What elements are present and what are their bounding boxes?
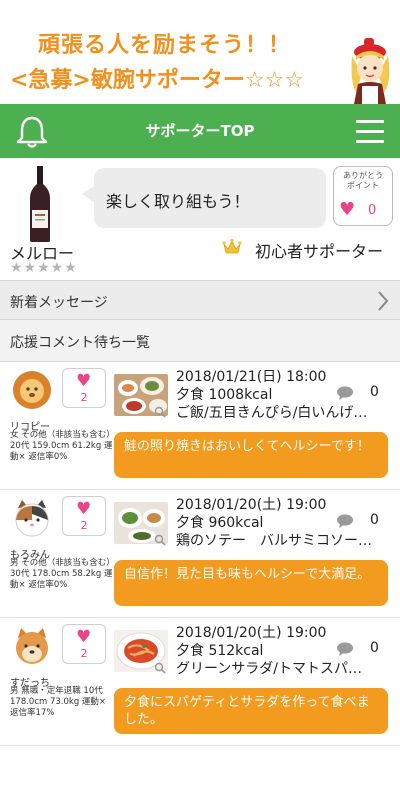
banner-headline: 頑張る人を励まそう！！ bbox=[38, 33, 292, 58]
magnify-icon bbox=[154, 406, 166, 418]
meal-calories: 夕食 512kcal bbox=[176, 643, 264, 659]
like-count: 2 bbox=[80, 391, 88, 404]
comment-count: 0 bbox=[370, 512, 379, 528]
poster-info: 女 その他（非該当も含む）20代 159.0cm 61.2kg 運動× 返信率0… bbox=[10, 430, 113, 462]
magnify-icon bbox=[154, 534, 166, 546]
post-datetime: 2018/01/20(土) 19:00 bbox=[176, 625, 327, 641]
promo-banner[interactable]: 頑張る人を励まそう！！ <急募>敏腕サポーター☆☆☆ bbox=[0, 0, 400, 104]
post-comment-text: 夕食にスパゲティとサラダを作って食べました。 bbox=[124, 695, 370, 727]
poster-info: 男 無職・定年退職 10代 178.0cm 73.0kg 運動× 返信率17% bbox=[10, 686, 107, 718]
page-title: サポーターTOP bbox=[145, 122, 255, 140]
comment-count: 0 bbox=[370, 384, 379, 400]
new-messages-label: 新着メッセージ bbox=[10, 295, 108, 311]
meal-menu: グリーンサラダ/トマトスパ… bbox=[176, 661, 363, 677]
thanks-points-label: ありがとう ポイント bbox=[343, 171, 383, 190]
post-list: ♥ 2 リコピー 女 その他（非該当も含む）20代 159.0cm 61.2kg… bbox=[0, 362, 400, 800]
post-comment-text: 自信作！見た目も味もヘルシーで大満足。 bbox=[124, 567, 371, 582]
post-comment-text: 鮭の照り焼きはおいしくてヘルシーです！ bbox=[124, 439, 370, 454]
post-datetime: 2018/01/21(日) 18:00 bbox=[176, 369, 327, 385]
section-title: 応援コメント待ち一覧 bbox=[10, 335, 150, 351]
heart-icon: ♥ bbox=[339, 199, 356, 220]
list-item[interactable]: ♥ 2 もろみん 男 その他（非該当も含む）30代 178.0cm 58.2kg… bbox=[0, 490, 400, 618]
comment-icon bbox=[337, 386, 353, 400]
new-messages-row[interactable]: 新着メッセージ bbox=[0, 280, 400, 320]
meal-calories: 夕食 960kcal bbox=[176, 515, 264, 531]
thanks-points-count: 0 bbox=[368, 203, 377, 218]
like-button[interactable]: ♥ 2 bbox=[62, 368, 106, 408]
meal-calories: 夕食 1008kcal bbox=[176, 387, 273, 403]
post-comment-bubble: 自信作！見た目も味もヘルシーで大満足。 bbox=[114, 560, 388, 606]
motto-text: 楽しく取り組もう！ bbox=[106, 192, 250, 211]
magnify-icon bbox=[154, 662, 166, 674]
like-count: 2 bbox=[80, 647, 88, 660]
mascot-girl-icon bbox=[351, 38, 390, 104]
post-comment-bubble: 夕食にスパゲティとサラダを作って食べました。 bbox=[114, 688, 388, 734]
heart-icon: ♥ bbox=[76, 371, 92, 391]
meal-menu: ご飯/五目きんぴら/白いんげ… bbox=[176, 405, 368, 421]
app-header: サポーターTOP bbox=[0, 104, 400, 158]
hamburger-menu-icon[interactable] bbox=[356, 120, 384, 144]
thanks-points-box[interactable]: ありがとう ポイント ♥ 0 bbox=[333, 166, 393, 226]
comment-count: 0 bbox=[370, 640, 379, 656]
banner-subheadline: <急募>敏腕サポーター☆☆☆ bbox=[10, 68, 305, 93]
heart-icon: ♥ bbox=[76, 499, 92, 519]
waiting-comments-header: 応援コメント待ち一覧 bbox=[0, 320, 400, 362]
profile-card: 楽しく取り組もう！ ありがとう ポイント ♥ 0 メルロー ★★★★★ 初心者サ… bbox=[0, 158, 400, 280]
shiba-dog-avatar bbox=[16, 628, 48, 664]
like-button[interactable]: ♥ 2 bbox=[62, 496, 106, 536]
like-button[interactable]: ♥ 2 bbox=[62, 624, 106, 664]
crown-icon bbox=[222, 238, 242, 254]
motto-speech-bubble: 楽しく取り組もう！ bbox=[82, 168, 326, 228]
meal-menu: 鶏のソテー バルサミコソー… bbox=[176, 533, 372, 549]
like-count: 2 bbox=[80, 519, 88, 532]
bell-icon[interactable] bbox=[14, 114, 50, 150]
rating-stars: ★★★★★ bbox=[10, 260, 78, 276]
heart-icon: ♥ bbox=[76, 627, 92, 647]
cat-avatar bbox=[15, 500, 49, 537]
wine-bottle-avatar bbox=[30, 166, 50, 242]
post-comment-bubble: 鮭の照り焼きはおいしくてヘルシーです！ bbox=[114, 432, 388, 478]
list-item[interactable]: ♥ 2 すだっち 男 無職・定年退職 10代 178.0cm 73.0kg 運動… bbox=[0, 618, 400, 746]
chevron-right-icon bbox=[378, 291, 389, 311]
lion-avatar bbox=[13, 371, 51, 409]
post-datetime: 2018/01/20(土) 19:00 bbox=[176, 497, 327, 513]
list-item[interactable]: ♥ 2 リコピー 女 その他（非該当も含む）20代 159.0cm 61.2kg… bbox=[0, 362, 400, 490]
comment-icon bbox=[337, 642, 353, 656]
supporter-rank: 初心者サポーター bbox=[255, 242, 384, 261]
comment-icon bbox=[337, 514, 353, 528]
poster-info: 男 その他（非該当も含む）30代 178.0cm 58.2kg 運動× 返信率0… bbox=[10, 558, 113, 590]
